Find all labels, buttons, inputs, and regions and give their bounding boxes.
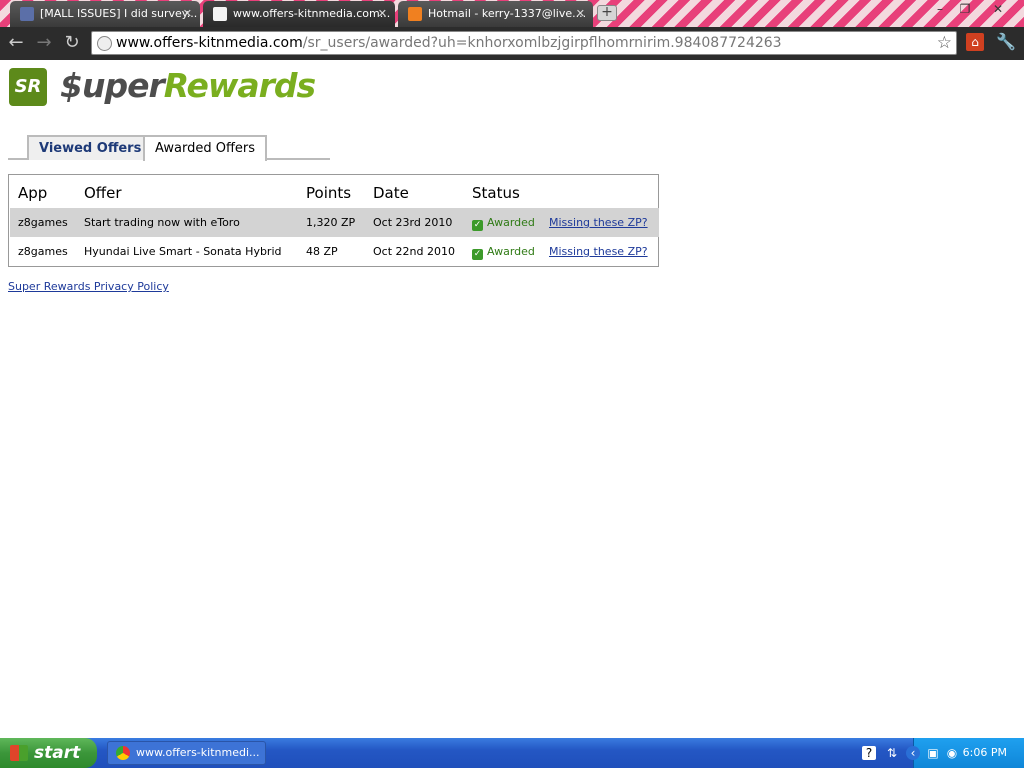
checkmark-icon: ✓ — [472, 249, 483, 260]
page-favicon-icon — [213, 7, 227, 21]
browser-toolbar: ← → ↻ www.offers-kitnmedia.com/sr_users/… — [0, 27, 1024, 60]
tab-awarded-offers[interactable]: Awarded Offers — [143, 135, 268, 161]
close-tab-icon[interactable]: ✕ — [576, 1, 585, 27]
tab-title: www.offers-kitnmedia.com... — [233, 7, 391, 20]
header-offer: Offer — [84, 184, 122, 202]
help-icon[interactable]: ? — [862, 746, 876, 760]
header-status: Status — [472, 184, 520, 202]
forum-favicon-icon — [20, 7, 34, 21]
browser-tab-mall-issues[interactable]: [MALL ISSUES] I did survey... ✕ — [10, 1, 200, 27]
minimize-icon[interactable]: – — [930, 2, 950, 18]
cell-status: ✓ Awarded — [472, 237, 535, 266]
close-tab-icon[interactable]: ✕ — [183, 1, 192, 27]
header-points: Points — [306, 184, 352, 202]
cell-status: ✓ Awarded — [472, 208, 535, 237]
close-tab-icon[interactable]: ✕ — [378, 1, 387, 27]
new-tab-button[interactable]: + — [597, 5, 617, 21]
back-arrow-icon[interactable]: ← — [5, 32, 27, 54]
cell-app: z8games — [18, 245, 68, 258]
cell-app: z8games — [18, 216, 68, 229]
logo-super: $uper — [60, 66, 165, 105]
tab-strip: [MALL ISSUES] I did survey... ✕ www.offe… — [0, 0, 1024, 27]
system-tray: ‹ ▣ ◉ 6:06 PM — [906, 738, 1024, 768]
privacy-policy-link[interactable]: Super Rewards Privacy Policy — [8, 280, 169, 293]
start-label: start — [34, 743, 81, 763]
table-row: z8games Hyundai Live Smart - Sonata Hybr… — [10, 237, 659, 266]
cell-date: Oct 22nd 2010 — [373, 245, 455, 258]
header-app: App — [18, 184, 48, 202]
url-text[interactable]: www.offers-kitnmedia.com/sr_users/awarde… — [116, 32, 782, 54]
logo-rewards: Rewards — [163, 66, 316, 105]
missing-zp-link[interactable]: Missing these ZP? — [549, 208, 648, 237]
volume-icon[interactable]: ◉ — [945, 746, 959, 760]
network-arrows-icon[interactable]: ⇅ — [885, 746, 899, 760]
status-text: Awarded — [487, 245, 535, 258]
logo-wordmark: $uperRewards — [60, 66, 316, 105]
tray-expand-icon[interactable]: ‹ — [906, 746, 920, 760]
restore-icon[interactable]: ❐ — [955, 2, 975, 18]
browser-tab-hotmail[interactable]: Hotmail - kerry-1337@live.... ✕ — [398, 1, 593, 27]
clock: 6:06 PM — [962, 746, 1007, 759]
reload-icon[interactable]: ↻ — [61, 32, 83, 54]
checkmark-icon: ✓ — [472, 220, 483, 231]
cell-date: Oct 23rd 2010 — [373, 216, 453, 229]
taskbar-window-title: www.offers-kitnmedi... — [136, 746, 260, 759]
globe-icon — [97, 36, 112, 51]
cell-points: 1,320 ZP — [306, 216, 356, 229]
logo-badge: SR — [9, 68, 47, 106]
network-icon[interactable]: ▣ — [926, 746, 940, 760]
table-row: z8games Start trading now with eToro 1,3… — [10, 208, 659, 237]
taskbar-chrome-window[interactable]: www.offers-kitnmedi... — [107, 741, 266, 765]
forward-arrow-icon[interactable]: → — [33, 32, 55, 54]
address-bar[interactable]: www.offers-kitnmedia.com/sr_users/awarde… — [91, 31, 957, 55]
url-path: /sr_users/awarded?uh=knhorxomlbzjgirpflh… — [302, 35, 782, 51]
bookmark-star-icon[interactable]: ☆ — [937, 32, 952, 54]
home-icon[interactable]: ⌂ — [966, 33, 984, 51]
missing-zp-link[interactable]: Missing these ZP? — [549, 237, 648, 266]
status-text: Awarded — [487, 216, 535, 229]
tab-title: Hotmail - kerry-1337@live.... — [428, 7, 587, 20]
url-host: www.offers-kitnmedia.com — [116, 35, 303, 51]
chrome-icon — [116, 746, 130, 760]
windows-taskbar: start www.offers-kitnmedi... ? ⇅ ‹ ▣ ◉ 6… — [0, 738, 1024, 768]
cell-offer: Hyundai Live Smart - Sonata Hybrid — [84, 245, 282, 258]
wrench-icon[interactable]: 🔧 — [996, 33, 1016, 51]
header-date: Date — [373, 184, 409, 202]
cell-points: 48 ZP — [306, 245, 338, 258]
windows-logo-icon — [10, 745, 28, 761]
tab-viewed-offers[interactable]: Viewed Offers — [27, 135, 154, 160]
cell-offer: Start trading now with eToro — [84, 216, 240, 229]
tab-title: [MALL ISSUES] I did survey... — [40, 7, 198, 20]
browser-tab-offers[interactable]: www.offers-kitnmedia.com... ✕ — [203, 1, 395, 27]
close-window-icon[interactable]: ✕ — [988, 2, 1008, 18]
start-button[interactable]: start — [0, 738, 97, 768]
awarded-offers-table: App Offer Points Date Status z8games Sta… — [8, 174, 659, 267]
hotmail-favicon-icon — [408, 7, 422, 21]
